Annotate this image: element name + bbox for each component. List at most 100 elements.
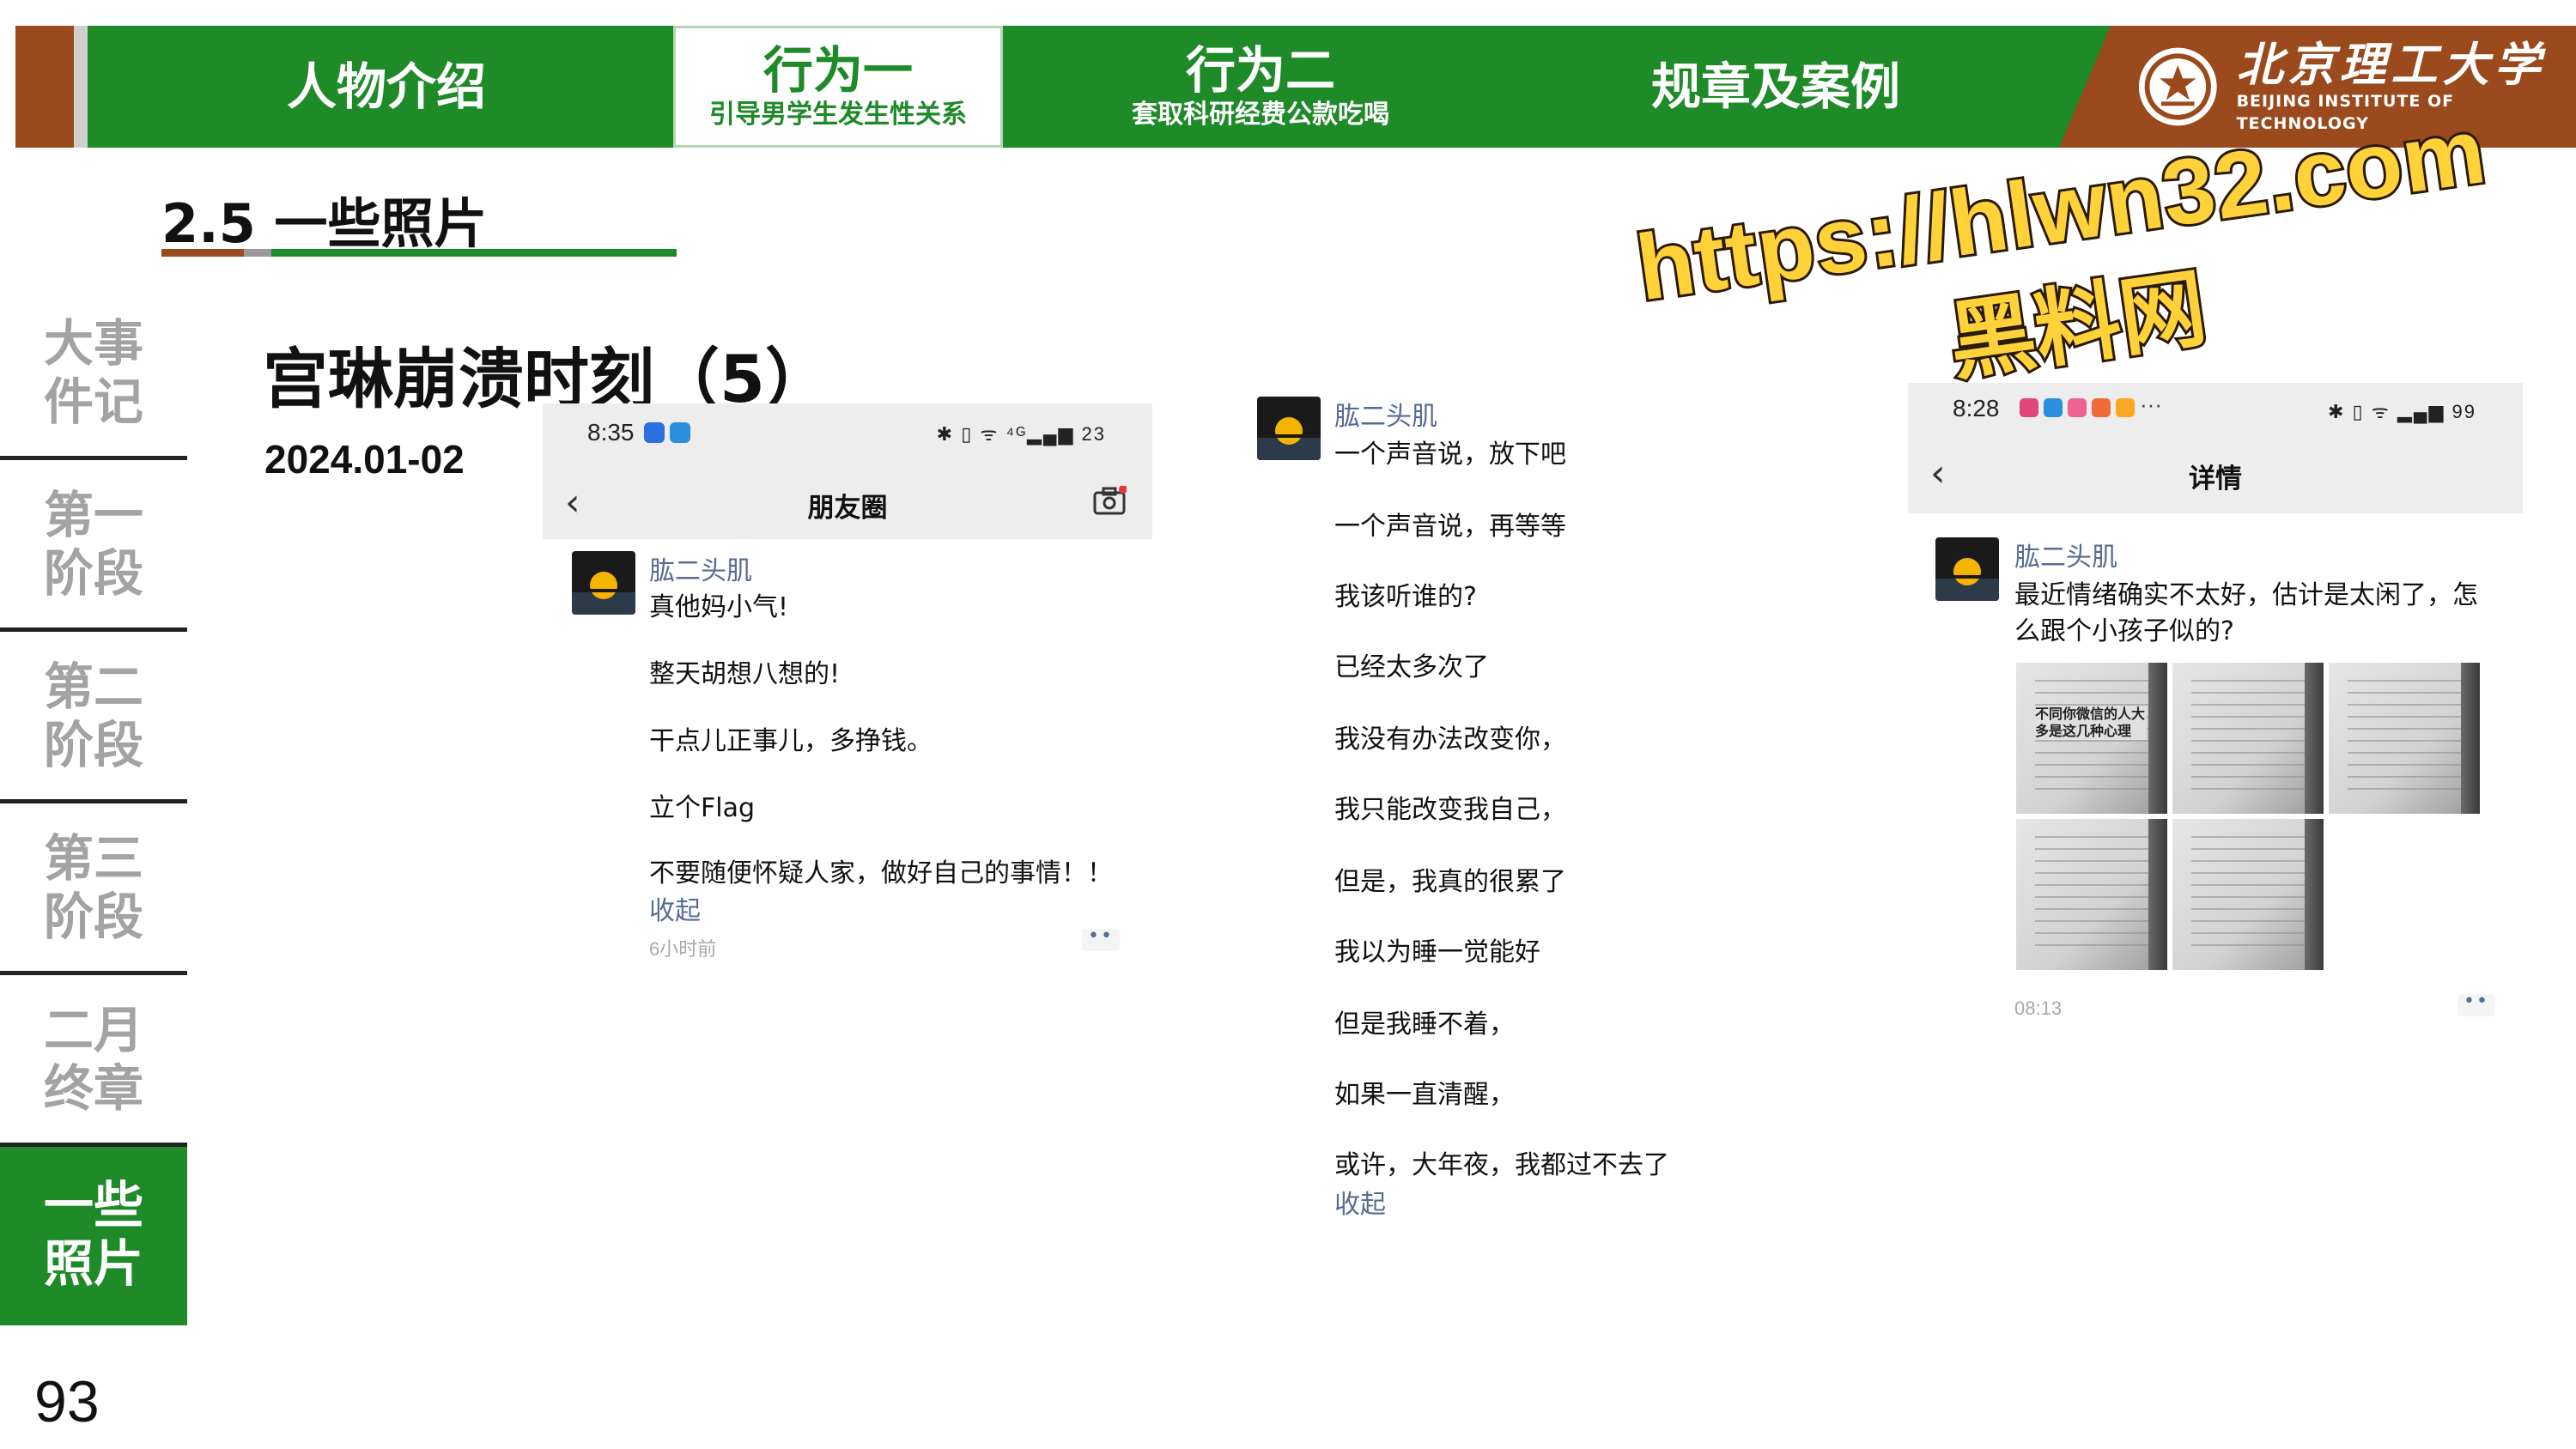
phone-screenshot-detail: 8:28 ··· ✱ ▯ ᯤ ▂▄▆ 99 ‹ 详情 肱二头肌 最近情绪确实不太… [1908, 383, 2523, 1052]
status-indicators: ✱ ▯ ᯤ ▂▄▆ 99 [2328, 401, 2476, 422]
post-line: 干点儿正事儿，多挣钱。 [649, 726, 933, 756]
status-bar: 8:28 ··· ✱ ▯ ᯤ ▂▄▆ 99 [1908, 383, 2523, 434]
tab-title: 人物介绍 [286, 58, 486, 116]
post-line: 么跟个小孩子似的? [2014, 616, 2234, 646]
moments-nav-bar: ‹ 朋友圈 [543, 464, 1152, 539]
post-author[interactable]: 肱二头肌 [649, 549, 752, 587]
sidebar-item-february-finale[interactable]: 二月终章 [0, 975, 187, 1147]
post-author[interactable]: 肱二头肌 [1334, 395, 1437, 433]
camera-icon[interactable] [1092, 486, 1127, 517]
status-time: 8:35 [587, 419, 635, 446]
thumb-text-lines [2035, 836, 2152, 956]
sidebar-item-label: 第二阶段 [43, 657, 143, 774]
post-author[interactable]: 肱二头肌 [2014, 536, 2117, 573]
underline-grey [244, 249, 271, 257]
post-line: 最近情绪确实不太好，估计是太闲了，怎 [2014, 580, 2478, 610]
post-line: 整天胡想八想的! [649, 659, 841, 689]
photo-thumbnail[interactable] [2172, 663, 2324, 814]
photo-thumbnail[interactable]: 不同你微信的人大多是这几种心理 [2016, 663, 2167, 814]
avatar[interactable] [572, 551, 635, 615]
photo-thumbnail[interactable] [2329, 663, 2480, 814]
sidebar-item-label: 一些照片 [43, 1175, 143, 1293]
post-line: 如果一直清醒， [1334, 1080, 1515, 1110]
tab-title: 行为一 [762, 41, 913, 100]
more-options-icon[interactable]: •• [1082, 927, 1120, 951]
tab-behavior-two[interactable]: 行为二 套取科研经费公款吃喝 [1003, 26, 1518, 148]
sidebar-item-label: 大事件记 [43, 313, 143, 431]
logo-english-name: BEIJING INSTITUTE OF TECHNOLOGY [2236, 92, 2455, 133]
nav-title: 详情 [2189, 464, 2242, 494]
phone-screenshot-moments: 8:35 ✱ ▯ ᯤ ⁴ᴳ▂▄▆ 23 ‹ 朋友圈 肱二头肌 真他妈小气! 整天… [543, 403, 1152, 961]
tab-title: 规章及案例 [1650, 58, 1900, 116]
post-line: 真他妈小气! [649, 592, 789, 622]
status-indicators: ✱ ▯ ᯤ ⁴ᴳ▂▄▆ 23 [936, 423, 1106, 445]
nav-title: 朋友圈 [807, 493, 888, 524]
thumb-edge [2461, 663, 2480, 814]
more-notifications-icon: ··· [2140, 391, 2162, 417]
thumb-text-lines [2191, 836, 2308, 956]
photo-thumbnail[interactable] [2172, 819, 2324, 970]
post-line: 已经太多次了 [1334, 652, 1489, 682]
sidebar-item-label: 第一阶段 [43, 485, 143, 603]
thumb-title: 不同你微信的人大多是这几种心理 [2035, 706, 2147, 740]
post-line: 不要随便怀疑人家，做好自己的事情！！ [649, 858, 1113, 888]
university-emblem-icon [2138, 47, 2217, 126]
post-timestamp: 6小时前 [649, 938, 717, 960]
sidebar-item-label: 二月终章 [43, 1000, 143, 1118]
photo-grid: 不同你微信的人大多是这几种心理 [2016, 663, 2480, 970]
post-line: 但是，我真的很累了 [1334, 867, 1566, 897]
tab-subtitle: 引导男学生发生性关系 [709, 100, 967, 130]
post-line: 或许，大年夜，我都过不去了 [1334, 1150, 1669, 1180]
post-line: 一个声音说，放下吧 [1334, 440, 1566, 470]
nav-left-accent [15, 26, 74, 148]
avatar[interactable] [1935, 537, 1999, 601]
thumb-text-lines [2348, 680, 2464, 800]
post-timestamp: 08:13 [2014, 997, 2063, 1019]
sidebar-item-stage-two[interactable]: 第二阶段 [0, 632, 187, 803]
app-notification-icon [2092, 398, 2111, 417]
app-notification-icon [644, 422, 665, 443]
app-notification-icon [2116, 398, 2135, 417]
sidebar-item-stage-three[interactable]: 第三阶段 [0, 803, 187, 975]
post-line: 我该听谁的? [1334, 582, 1477, 612]
sidebar-item-label: 第三阶段 [43, 828, 143, 946]
app-notification-icon [2044, 398, 2063, 417]
page-number: 93 [34, 1369, 100, 1434]
status-time: 8:28 [1953, 395, 2000, 421]
post-line: 我没有办法改变你， [1334, 724, 1566, 755]
app-notification-icon [2020, 398, 2038, 417]
underline-brown [161, 249, 244, 257]
collapse-link[interactable]: 收起 [649, 889, 701, 927]
thumb-edge [2148, 819, 2167, 970]
thumb-edge [2148, 663, 2167, 814]
sidebar-item-stage-one[interactable]: 第一阶段 [0, 460, 187, 632]
post-line: 一个声音说，再等等 [1334, 512, 1566, 542]
detail-nav-bar: ‹ 详情 [1908, 434, 2523, 513]
tab-title: 行为二 [1185, 41, 1335, 100]
app-notification-icon [2068, 398, 2087, 417]
post-line: 我只能改变我自己， [1334, 795, 1566, 825]
more-options-icon[interactable]: •• [2458, 992, 2495, 1016]
sidebar-item-photos[interactable]: 一些照片 [0, 1147, 187, 1325]
avatar[interactable] [1257, 397, 1321, 460]
post-line: 但是我睡不着， [1334, 1009, 1515, 1040]
nav-left-divider [74, 26, 88, 148]
tab-rules-and-cases[interactable]: 规章及案例 [1527, 26, 2025, 148]
tab-person-intro[interactable]: 人物介绍 [88, 26, 685, 148]
slide-date: 2024.01-02 [264, 437, 465, 482]
thumb-text-lines [2035, 680, 2152, 800]
thumb-edge [2305, 819, 2324, 970]
sidebar-item-events[interactable]: 大事件记 [0, 288, 187, 460]
status-bar: 8:35 ✱ ▯ ᯤ ⁴ᴳ▂▄▆ 23 [543, 403, 1152, 464]
university-logo: 北京理工大学 BEIJING INSTITUTE OF TECHNOLOGY [2136, 29, 2574, 144]
app-notification-icon [670, 422, 690, 443]
tab-subtitle: 套取科研经费公款吃喝 [1132, 100, 1389, 130]
logo-chinese-name: 北京理工大学 [2236, 37, 2546, 92]
phone-screenshot-long-post: 肱二头肌 一个声音说，放下吧 一个声音说，再等等 我该听谁的? 已经太多次了 我… [1236, 385, 1769, 1243]
section-title: 2.5 一些照片 [161, 192, 488, 255]
collapse-link[interactable]: 收起 [1334, 1183, 1386, 1221]
photo-thumbnail[interactable] [2016, 819, 2167, 970]
post-line: 我以为睡一觉能好 [1334, 937, 1540, 967]
top-navigation-bar: 人物介绍 行为一 引导男学生发生性关系 行为二 套取科研经费公款吃喝 规章及案例… [15, 26, 2576, 148]
tab-behavior-one[interactable]: 行为一 引导男学生发生性关系 [673, 26, 1003, 148]
